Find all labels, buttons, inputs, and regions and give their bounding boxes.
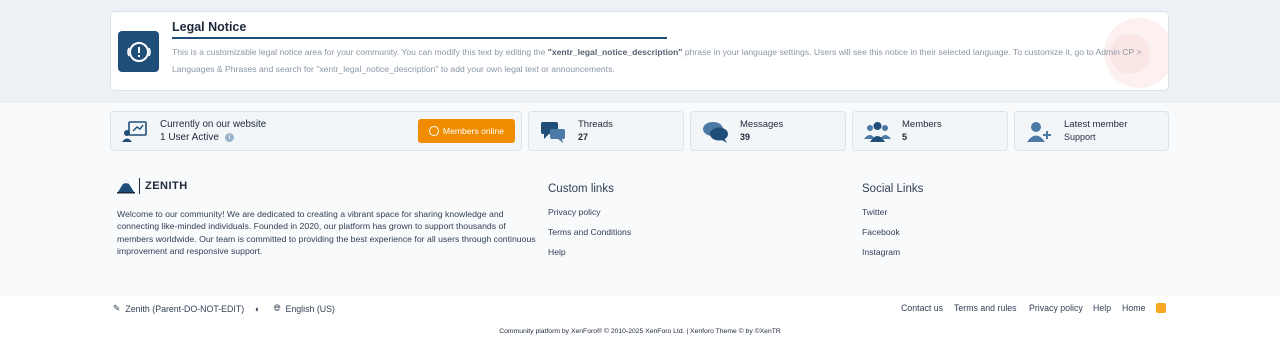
user-circle-icon	[428, 126, 439, 136]
stat-latest-label: Latest member	[1064, 119, 1128, 130]
social-links-title: Social Links	[862, 183, 924, 195]
site-logo[interactable]: ZENITH	[117, 178, 188, 194]
custom-link-help[interactable]: Help	[548, 247, 566, 257]
globe-icon: 🌐︎	[273, 303, 281, 313]
notice-title: Legal Notice	[172, 20, 247, 34]
language-chooser[interactable]: English (US)	[286, 304, 335, 314]
custom-link-terms[interactable]: Terms and Conditions	[548, 227, 631, 237]
custom-links-title: Custom links	[548, 183, 614, 195]
add-user-icon	[1027, 122, 1051, 142]
active-users-count: 1 User Active	[160, 132, 219, 143]
stat-messages-value: 39	[740, 132, 751, 142]
custom-link-privacy[interactable]: Privacy policy	[548, 207, 601, 217]
members-icon	[864, 122, 891, 142]
notice-text: This is a customizable legal notice area…	[172, 44, 1157, 77]
stat-messages[interactable]: Messages 39	[690, 111, 846, 151]
stat-members-label: Members	[902, 119, 942, 130]
paint-brush-icon: ✎	[113, 303, 121, 313]
stat-online-value: 1 User Active i	[160, 132, 234, 143]
legal-notice: Legal Notice This is a customizable lega…	[110, 11, 1169, 91]
footer-link-contact[interactable]: Contact us	[901, 303, 943, 313]
exclamation-bubble-icon	[118, 31, 159, 72]
stat-members[interactable]: Members 5	[852, 111, 1008, 151]
rss-icon[interactable]	[1156, 303, 1166, 313]
notice-text-part: This is a customizable legal notice area…	[172, 47, 548, 57]
stat-threads[interactable]: Threads 27	[528, 111, 684, 151]
members-online-label: Members online	[442, 126, 505, 136]
threads-icon	[541, 122, 565, 143]
logo-separator	[139, 178, 140, 194]
footer-link-terms[interactable]: Terms and rules	[954, 303, 1017, 313]
stat-latest-member[interactable]: Latest member Support	[1014, 111, 1169, 151]
stat-online: Currently on our website 1 User Active i …	[110, 111, 522, 151]
footer-link-home[interactable]: Home	[1122, 303, 1145, 313]
mountain-logo-icon	[117, 179, 135, 194]
social-link-facebook[interactable]: Facebook	[862, 227, 900, 237]
stat-threads-value: 27	[578, 132, 589, 142]
notice-title-underline	[172, 37, 667, 39]
messages-icon	[703, 122, 728, 143]
social-link-twitter[interactable]: Twitter	[862, 207, 887, 217]
dark-mode-icon[interactable]: ◐	[255, 304, 260, 314]
brand-name: ZENITH	[145, 180, 188, 192]
notice-phrase: "xentr_legal_notice_description"	[547, 47, 683, 57]
social-link-instagram[interactable]: Instagram	[862, 247, 900, 257]
footer-left-links: ✎ Zenith (Parent-DO-NOT-EDIT) ◐ 🌐︎ Engli…	[113, 303, 335, 314]
footer-link-privacy[interactable]: Privacy policy	[1029, 303, 1083, 313]
info-icon[interactable]: i	[224, 133, 234, 142]
about-text: Welcome to our community! We are dedicat…	[117, 209, 536, 256]
footer-link-help[interactable]: Help	[1093, 303, 1111, 313]
stat-online-label: Currently on our website	[160, 119, 267, 130]
style-chooser[interactable]: Zenith (Parent-DO-NOT-EDIT)	[125, 304, 244, 314]
stat-members-value: 5	[902, 132, 908, 142]
copyright-text: Community platform by XenForo® © 2010-20…	[499, 328, 781, 335]
online-users-icon	[122, 121, 147, 142]
members-online-button[interactable]: Members online	[418, 119, 515, 143]
latest-member-name[interactable]: Support	[1064, 132, 1096, 142]
stat-threads-label: Threads	[578, 119, 613, 130]
stat-messages-label: Messages	[740, 119, 784, 130]
